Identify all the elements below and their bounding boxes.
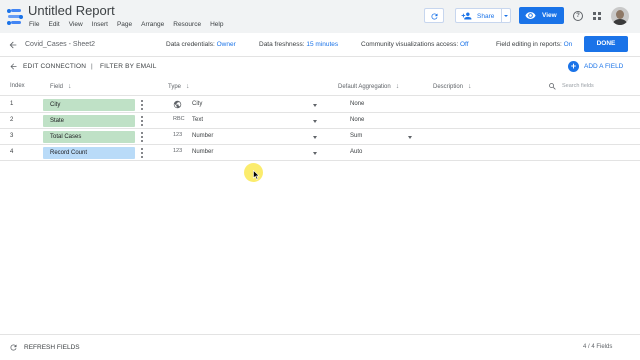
menu-edit[interactable]: Edit bbox=[48, 21, 59, 28]
eye-icon bbox=[525, 12, 536, 19]
community-visualizations-value[interactable]: Off bbox=[460, 41, 469, 48]
sort-arrow-icon[interactable]: ↓ bbox=[68, 83, 72, 90]
back-arrow-icon[interactable] bbox=[8, 40, 18, 50]
header-field[interactable]: Field ↓ bbox=[50, 83, 72, 90]
edit-connection-link[interactable]: EDIT CONNECTION bbox=[23, 63, 86, 70]
filter-by-email-link[interactable]: FILTER BY EMAIL bbox=[100, 63, 157, 70]
data-freshness[interactable]: Data freshness: 15 minutes bbox=[259, 41, 338, 48]
apps-grid-icon[interactable] bbox=[593, 12, 601, 20]
table-row: 1 City City None bbox=[0, 97, 640, 113]
field-editing-value[interactable]: On bbox=[564, 41, 573, 48]
view-button[interactable]: View bbox=[519, 7, 564, 24]
header-default-aggregation[interactable]: Default Aggregation ↓ bbox=[338, 83, 399, 90]
community-visualizations-label: Community visualizations access: bbox=[361, 41, 459, 48]
mouse-pointer-icon bbox=[253, 170, 260, 180]
field-type[interactable]: Number bbox=[192, 149, 213, 155]
menu-resource[interactable]: Resource bbox=[173, 21, 201, 28]
table-row: 2 State RBC Text None bbox=[0, 113, 640, 129]
avatar[interactable] bbox=[611, 7, 629, 25]
refresh-icon bbox=[431, 13, 438, 20]
more-vert-icon[interactable] bbox=[141, 148, 143, 158]
view-label: View bbox=[542, 12, 557, 19]
field-type[interactable]: City bbox=[192, 101, 202, 107]
number-type-icon: 123 bbox=[173, 148, 183, 154]
type-dropdown-arrow-icon[interactable] bbox=[313, 136, 317, 139]
refresh-icon[interactable] bbox=[9, 343, 18, 352]
search-icon bbox=[549, 83, 556, 90]
more-vert-icon[interactable] bbox=[141, 100, 143, 110]
field-name-chip[interactable]: City bbox=[43, 99, 135, 111]
connection-toolbar: EDIT CONNECTION | FILTER BY EMAIL + ADD … bbox=[0, 57, 640, 77]
default-aggregation: None bbox=[350, 101, 365, 107]
data-source-bar: Covid_Cases - Sheet2 Data credentials: O… bbox=[0, 33, 640, 57]
more-vert-icon[interactable] bbox=[141, 116, 143, 126]
add-field-label: ADD A FIELD bbox=[584, 63, 624, 70]
header-type[interactable]: Type ↓ bbox=[168, 83, 190, 90]
text-type-icon: RBC bbox=[173, 116, 185, 122]
share-label: Share bbox=[477, 12, 495, 20]
data-freshness-value[interactable]: 15 minutes bbox=[306, 41, 338, 48]
menu-insert[interactable]: Insert bbox=[92, 21, 108, 28]
sort-arrow-icon[interactable]: ↓ bbox=[396, 83, 400, 90]
number-type-icon: 123 bbox=[173, 132, 183, 138]
default-aggregation: None bbox=[350, 117, 365, 123]
toolbar-separator: | bbox=[91, 63, 93, 70]
header-index: Index bbox=[10, 83, 25, 89]
type-dropdown-arrow-icon[interactable] bbox=[313, 104, 317, 107]
data-source-name[interactable]: Covid_Cases - Sheet2 bbox=[25, 41, 95, 48]
row-index: 3 bbox=[10, 133, 14, 139]
globe-icon bbox=[173, 100, 182, 109]
app-bar: Untitled Report File Edit View Insert Pa… bbox=[0, 0, 640, 33]
report-title[interactable]: Untitled Report bbox=[28, 3, 115, 18]
data-credentials[interactable]: Data credentials: Owner bbox=[166, 41, 236, 48]
community-visualizations-access[interactable]: Community visualizations access: Off bbox=[361, 41, 469, 48]
field-type[interactable]: Number bbox=[192, 133, 213, 139]
row-index: 4 bbox=[10, 149, 14, 155]
done-button[interactable]: DONE bbox=[584, 36, 628, 52]
help-icon[interactable]: ? bbox=[573, 11, 583, 21]
aggregation-dropdown-arrow-icon[interactable] bbox=[408, 136, 412, 139]
share-button[interactable]: Share bbox=[455, 8, 502, 23]
row-index: 2 bbox=[10, 117, 14, 123]
data-studio-logo-icon[interactable] bbox=[7, 8, 23, 26]
menu-view[interactable]: View bbox=[69, 21, 83, 28]
fields-table-header: Index Field ↓ Type ↓ Default Aggregation ↓ … bbox=[0, 78, 640, 96]
menu-file[interactable]: File bbox=[29, 21, 39, 28]
data-credentials-label: Data credentials: bbox=[166, 41, 215, 48]
sort-arrow-icon[interactable]: ↓ bbox=[468, 83, 472, 90]
default-aggregation[interactable]: Sum bbox=[350, 133, 362, 139]
header-description[interactable]: Description ↓ bbox=[433, 83, 472, 90]
back-arrow-icon[interactable] bbox=[9, 62, 18, 71]
add-person-icon bbox=[461, 12, 472, 20]
refresh-data-button[interactable] bbox=[424, 8, 444, 23]
field-type[interactable]: Text bbox=[192, 117, 203, 123]
field-name-chip[interactable]: Total Cases bbox=[43, 131, 135, 143]
type-dropdown-arrow-icon[interactable] bbox=[313, 120, 317, 123]
field-editing-in-reports[interactable]: Field editing in reports: On bbox=[496, 41, 572, 48]
table-row: 4 Record Count 123 Number Auto bbox=[0, 145, 640, 161]
row-index: 1 bbox=[10, 101, 14, 107]
menu-bar: File Edit View Insert Page Arrange Resou… bbox=[29, 21, 232, 28]
search-fields-input[interactable]: Search fields bbox=[562, 83, 594, 89]
more-vert-icon[interactable] bbox=[141, 132, 143, 142]
default-aggregation: Auto bbox=[350, 149, 363, 155]
field-editing-label: Field editing in reports: bbox=[496, 41, 562, 48]
share-dropdown-button[interactable] bbox=[502, 8, 511, 23]
fields-footer: REFRESH FIELDS 4 / 4 Fields bbox=[0, 334, 640, 360]
data-freshness-label: Data freshness: bbox=[259, 41, 305, 48]
menu-arrange[interactable]: Arrange bbox=[141, 21, 164, 28]
data-credentials-value[interactable]: Owner bbox=[217, 41, 236, 48]
field-name-chip[interactable]: Record Count bbox=[43, 147, 135, 159]
table-row: 3 Total Cases 123 Number Sum bbox=[0, 129, 640, 145]
field-name-chip[interactable]: State bbox=[43, 115, 135, 127]
menu-help[interactable]: Help bbox=[210, 21, 223, 28]
menu-page[interactable]: Page bbox=[117, 21, 132, 28]
type-dropdown-arrow-icon[interactable] bbox=[313, 152, 317, 155]
field-count: 4 / 4 Fields bbox=[583, 344, 613, 350]
plus-icon: + bbox=[568, 61, 579, 72]
add-field-button[interactable]: + ADD A FIELD bbox=[568, 61, 628, 73]
refresh-fields-button[interactable]: REFRESH FIELDS bbox=[24, 344, 80, 351]
sort-arrow-icon[interactable]: ↓ bbox=[186, 83, 190, 90]
